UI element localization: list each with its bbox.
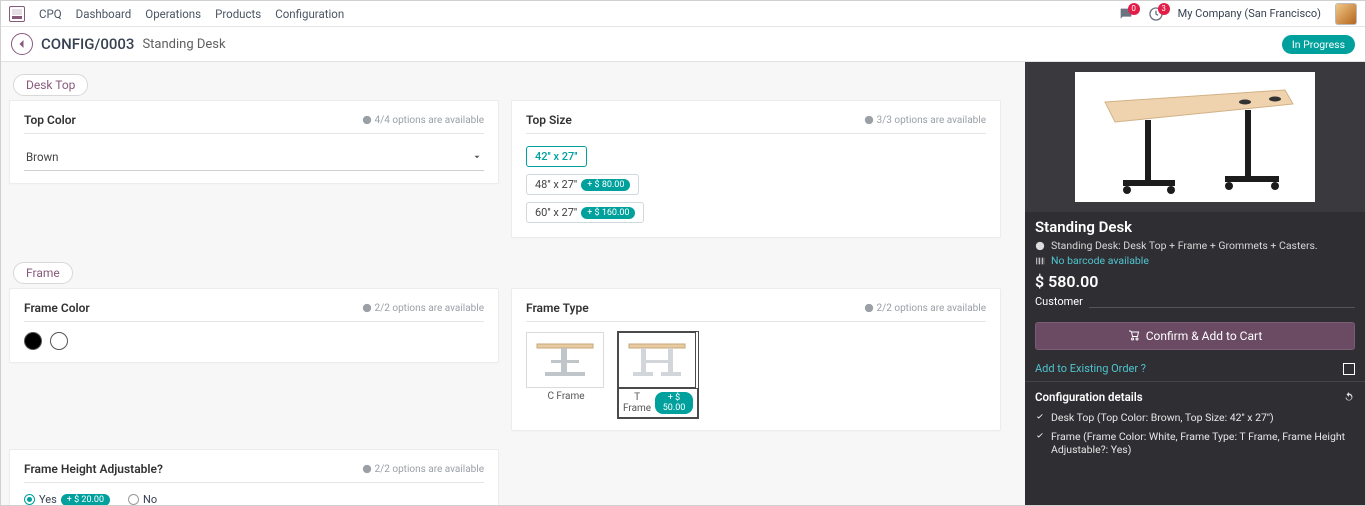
check-icon xyxy=(1035,431,1045,441)
frame-type-c[interactable]: C Frame xyxy=(526,332,606,418)
desk-image-icon xyxy=(1075,72,1315,202)
card-frame-color: Frame Color 2/2 options are available xyxy=(9,288,499,363)
frame-color-white[interactable] xyxy=(50,332,68,350)
top-size-title: Top Size xyxy=(526,113,572,127)
clock-badge: 3 xyxy=(1158,3,1170,15)
frame-height-no[interactable]: No xyxy=(128,493,157,505)
nav-products[interactable]: Products xyxy=(215,7,261,21)
status-badge: In Progress xyxy=(1282,35,1355,54)
chat-badge: 0 xyxy=(1128,3,1140,15)
customer-label: Customer xyxy=(1035,295,1083,308)
frame-type-availability: 2/2 options are available xyxy=(864,303,986,314)
top-color-select[interactable]: Brown xyxy=(24,144,484,171)
info-icon xyxy=(864,115,874,125)
t-frame-price: + $ 50.00 xyxy=(655,392,693,414)
check-icon xyxy=(1035,412,1045,422)
info-icon xyxy=(864,303,874,313)
top-color-title: Top Color xyxy=(24,113,76,127)
size-option-42[interactable]: 42'' x 27'' xyxy=(526,146,587,167)
card-frame-height: Frame Height Adjustable? 2/2 options are… xyxy=(9,449,499,505)
info-circle-icon xyxy=(1035,241,1045,251)
back-button[interactable] xyxy=(11,33,33,55)
info-icon xyxy=(362,115,372,125)
t-frame-icon xyxy=(625,338,689,382)
frame-color-availability: 2/2 options are available xyxy=(362,303,484,314)
size-option-60[interactable]: 60'' x 27'' + $ 160.00 xyxy=(526,202,644,223)
nav-operations[interactable]: Operations xyxy=(145,7,201,21)
config-detail-2: Frame (Frame Color: White, Frame Type: T… xyxy=(1051,430,1355,456)
customer-input[interactable] xyxy=(1089,296,1355,308)
top-nav: CPQ Dashboard Operations Products Config… xyxy=(1,1,1365,27)
barcode-icon xyxy=(1035,256,1045,266)
size-48-price: + $ 80.00 xyxy=(581,179,630,191)
open-external-icon[interactable] xyxy=(1343,363,1355,375)
add-existing-link[interactable]: Add to Existing Order ? xyxy=(1035,362,1146,375)
clock-icon[interactable]: 3 xyxy=(1148,6,1164,22)
config-details-heading: Configuration details xyxy=(1035,390,1143,404)
frame-height-yes-price: + $ 20.00 xyxy=(61,494,110,506)
app-logo-icon xyxy=(9,6,25,22)
frame-height-title: Frame Height Adjustable? xyxy=(24,462,163,476)
section-frame-label: Frame xyxy=(13,262,73,284)
config-id: CONFIG/0003 xyxy=(41,35,134,53)
frame-height-yes[interactable]: Yes + $ 20.00 xyxy=(24,493,110,505)
top-size-availability: 3/3 options are available xyxy=(864,115,986,126)
avatar[interactable] xyxy=(1335,3,1357,25)
cart-icon xyxy=(1128,330,1140,342)
frame-color-title: Frame Color xyxy=(24,301,90,315)
top-color-availability: 4/4 options are available xyxy=(362,115,484,126)
nav-dashboard[interactable]: Dashboard xyxy=(76,7,132,21)
company-name[interactable]: My Company (San Francisco) xyxy=(1178,7,1321,20)
barcode-link[interactable]: No barcode available xyxy=(1051,254,1149,267)
chat-icon[interactable]: 0 xyxy=(1118,6,1134,22)
summary-product-name: Standing Desk xyxy=(1025,212,1365,238)
card-frame-type: Frame Type 2/2 options are available xyxy=(511,288,1001,431)
product-image xyxy=(1025,62,1365,212)
config-product-title: Standing Desk xyxy=(142,37,225,52)
confirm-button[interactable]: Confirm & Add to Cart xyxy=(1035,322,1355,350)
info-icon xyxy=(362,303,372,313)
chevron-down-icon xyxy=(472,152,482,162)
summary-desc: Standing Desk: Desk Top + Frame + Gromme… xyxy=(1051,239,1318,252)
section-desktop-label: Desk Top xyxy=(13,74,88,96)
config-detail-1: Desk Top (Top Color: Brown, Top Size: 42… xyxy=(1051,411,1274,424)
config-area: Desk Top Top Color 4/4 options are avail… xyxy=(1,62,1025,505)
size-60-price: + $ 160.00 xyxy=(581,207,635,219)
frame-type-t[interactable]: T Frame + $ 50.00 xyxy=(618,332,698,418)
page-header: CONFIG/0003 Standing Desk In Progress xyxy=(1,27,1365,62)
frame-color-black[interactable] xyxy=(24,332,42,350)
card-top-size: Top Size 3/3 options are available 42'' … xyxy=(511,100,1001,238)
size-option-48[interactable]: 48'' x 27'' + $ 80.00 xyxy=(526,174,639,195)
nav-configuration[interactable]: Configuration xyxy=(275,7,344,21)
reset-icon[interactable] xyxy=(1343,391,1355,403)
c-frame-icon xyxy=(533,338,597,382)
app-name[interactable]: CPQ xyxy=(39,7,62,21)
summary-panel: Standing Desk Standing Desk: Desk Top + … xyxy=(1025,62,1365,505)
summary-price: $ 580.00 xyxy=(1025,268,1365,293)
frame-type-title: Frame Type xyxy=(526,301,589,315)
card-top-color: Top Color 4/4 options are available Brow… xyxy=(9,100,499,184)
info-icon xyxy=(362,464,372,474)
frame-height-availability: 2/2 options are available xyxy=(362,464,484,475)
